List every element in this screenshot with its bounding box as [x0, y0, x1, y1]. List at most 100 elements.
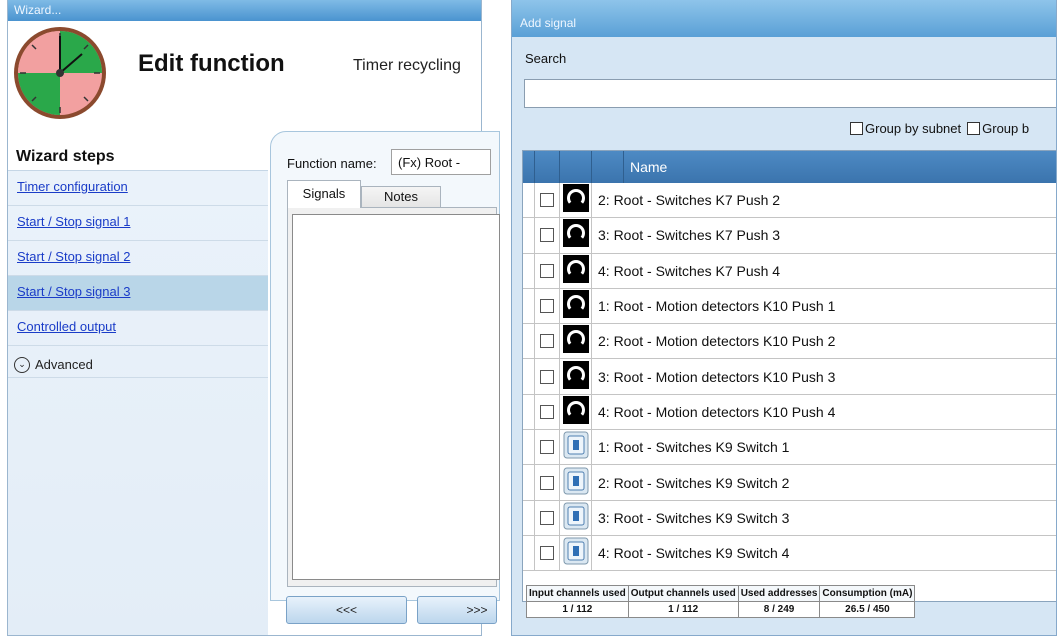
table-row[interactable]: 4: Root - Switches K7 Push 4	[523, 253, 1056, 289]
row-checkbox-cell[interactable]	[535, 394, 560, 430]
output-channels-column: Output channels used 1 / 112	[628, 585, 739, 618]
header-cell	[535, 151, 560, 183]
group-by-other-option[interactable]: Group b	[967, 121, 1029, 136]
row-name: 3: Root - Switches K7 Push 3	[598, 227, 781, 244]
grid-header: Name	[523, 151, 1056, 183]
row-checkbox[interactable]	[540, 299, 554, 314]
group-by-other-checkbox[interactable]	[967, 122, 981, 135]
column-name-header[interactable]: Name	[624, 151, 1056, 183]
advanced-label: Advanced	[35, 357, 93, 372]
table-row[interactable]: 3: Root - Motion detectors K10 Push 3	[523, 359, 1056, 395]
row-spacer	[523, 218, 535, 253]
consumption-label: Consumption (mA)	[820, 586, 915, 602]
table-row[interactable]: 2: Root - Switches K9 Switch 2	[523, 465, 1056, 501]
step-controlled-output[interactable]: Controlled output	[8, 311, 268, 346]
step-start-stop-signal-2[interactable]: Start / Stop signal 2	[8, 241, 268, 276]
table-row[interactable]: 4: Root - Motion detectors K10 Push 4	[523, 394, 1056, 431]
table-row[interactable]: 2: Root - Switches K7 Push 2	[523, 183, 1056, 219]
step-start-stop-signal-1[interactable]: Start / Stop signal 1	[8, 206, 268, 241]
next-button[interactable]: >>>	[417, 596, 497, 624]
step-start-stop-signal-3[interactable]: Start / Stop signal 3	[8, 276, 268, 311]
step-link[interactable]: Start / Stop signal 3	[17, 284, 130, 299]
signal-grid: Name 2: Root - Switches K7 Push 2 3: Root…	[522, 150, 1056, 602]
row-checkbox[interactable]	[540, 440, 554, 455]
consumption-value: 26.5 / 450	[820, 602, 915, 617]
push-button-icon	[562, 184, 589, 216]
row-icon-cell	[560, 430, 592, 465]
table-row[interactable]: 3: Root - Switches K7 Push 3	[523, 218, 1056, 254]
step-link[interactable]: Timer configuration	[17, 179, 128, 194]
table-row[interactable]: 4: Root - Switches K9 Switch 4	[523, 535, 1056, 572]
function-name-input[interactable]: (Fx) Root -	[391, 149, 491, 175]
row-checkbox-cell[interactable]	[535, 218, 560, 253]
page-title: Edit function	[138, 50, 285, 77]
push-button-icon	[562, 290, 589, 322]
row-checkbox[interactable]	[540, 228, 554, 243]
signals-tab-body	[287, 207, 500, 587]
grid-rows: 2: Root - Switches K7 Push 2 3: Root - Sw…	[523, 183, 1056, 572]
add-signal-titlebar: Add signal	[512, 0, 1056, 37]
usage-summary: Input channels used 1 / 112 Output chann…	[526, 585, 916, 618]
row-name: 2: Root - Switches K7 Push 2	[598, 192, 781, 209]
table-row[interactable]: 3: Root - Switches K9 Switch 3	[523, 500, 1056, 536]
row-icon-cell	[560, 253, 592, 288]
wizard-steps-heading: Wizard steps	[16, 148, 115, 165]
table-row[interactable]: 1: Root - Motion detectors K10 Push 1	[523, 288, 1056, 325]
row-checkbox[interactable]	[540, 369, 554, 384]
row-spacer	[523, 535, 535, 571]
row-spacer	[523, 394, 535, 430]
row-checkbox-cell[interactable]	[535, 324, 560, 359]
signals-list[interactable]	[292, 214, 500, 580]
page-subtitle: Timer recycling	[353, 57, 461, 74]
row-checkbox[interactable]	[540, 193, 554, 208]
row-checkbox-cell[interactable]	[535, 359, 560, 394]
row-checkbox[interactable]	[540, 263, 554, 278]
group-by-subnet-option[interactable]: Group by subnet	[850, 121, 961, 136]
row-spacer	[523, 500, 535, 535]
push-button-icon	[562, 325, 589, 357]
tab-notes[interactable]: Notes	[361, 186, 441, 208]
step-link[interactable]: Controlled output	[17, 319, 116, 334]
tab-signals[interactable]: Signals	[287, 180, 361, 208]
row-name: 1: Root - Switches K9 Switch 1	[598, 439, 790, 456]
input-channels-label: Input channels used	[527, 586, 628, 602]
row-icon-cell	[560, 324, 592, 359]
row-name: 4: Root - Switches K7 Push 4	[598, 262, 781, 279]
advanced-expander[interactable]: ⌄ Advanced	[8, 346, 268, 378]
row-spacer	[523, 430, 535, 465]
row-checkbox-cell[interactable]	[535, 500, 560, 535]
row-checkbox[interactable]	[540, 475, 554, 490]
step-link[interactable]: Start / Stop signal 1	[17, 214, 130, 229]
row-name: 4: Root - Switches K9 Switch 4	[598, 545, 790, 562]
used-addresses-value: 8 / 249	[738, 602, 820, 617]
row-checkbox[interactable]	[540, 334, 554, 349]
row-checkbox-cell[interactable]	[535, 430, 560, 465]
row-checkbox[interactable]	[540, 404, 554, 419]
table-row[interactable]: 1: Root - Switches K9 Switch 1	[523, 430, 1056, 466]
previous-button[interactable]: <<<	[286, 596, 407, 624]
header-cell	[560, 151, 592, 183]
row-checkbox-cell[interactable]	[535, 288, 560, 324]
switch-icon	[563, 431, 589, 463]
used-addresses-column: Used addresses 8 / 249	[738, 585, 821, 618]
chevron-down-icon: ⌄	[14, 356, 30, 373]
row-checkbox[interactable]	[540, 510, 554, 525]
row-checkbox[interactable]	[540, 546, 554, 561]
table-row[interactable]: 2: Root - Motion detectors K10 Push 2	[523, 324, 1056, 360]
group-by-subnet-checkbox[interactable]	[850, 122, 863, 135]
switch-icon	[563, 502, 589, 534]
row-checkbox-cell[interactable]	[535, 465, 560, 500]
step-timer-configuration[interactable]: Timer configuration	[8, 171, 268, 206]
row-spacer	[523, 324, 535, 359]
search-input[interactable]	[524, 79, 1056, 108]
timer-clock-icon	[14, 27, 106, 119]
row-checkbox-cell[interactable]	[535, 253, 560, 288]
switch-icon	[563, 467, 589, 499]
header-cell	[592, 151, 624, 183]
input-channels-column: Input channels used 1 / 112	[526, 585, 629, 618]
push-button-icon	[562, 360, 589, 393]
step-link[interactable]: Start / Stop signal 2	[17, 249, 130, 264]
row-checkbox-cell[interactable]	[535, 183, 560, 218]
row-checkbox-cell[interactable]	[535, 535, 560, 571]
group-by-other-label: Group b	[982, 121, 1030, 136]
